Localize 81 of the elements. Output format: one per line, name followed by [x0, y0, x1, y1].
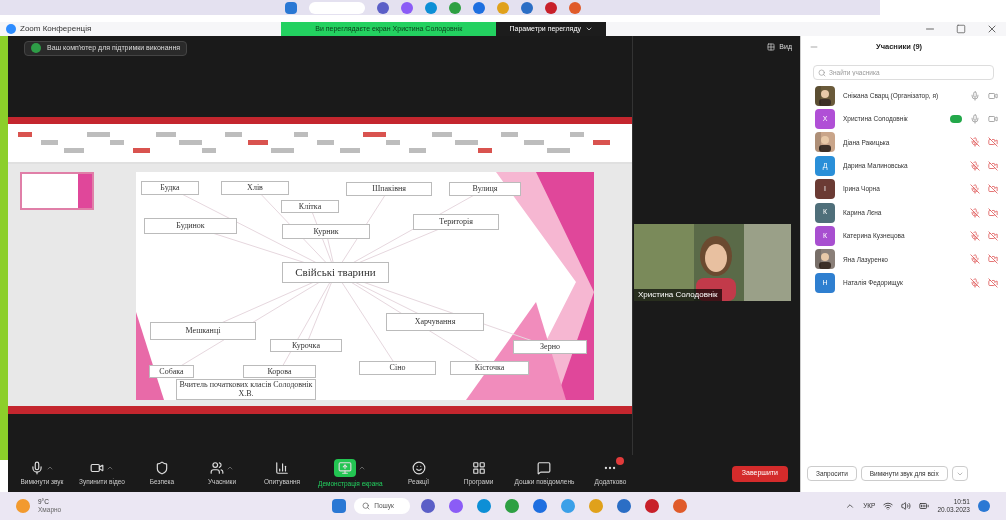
muted-microphone-icon[interactable] [970, 277, 980, 288]
smiley-icon [411, 460, 426, 475]
window-title: Zoom Конференція [20, 23, 92, 35]
participant-name: Христина Солодовнік [634, 289, 722, 301]
diagram-node: Кісточка [450, 361, 529, 375]
diagram-node: Сіно [359, 361, 436, 375]
microphone-icon [30, 460, 44, 475]
search-icon [818, 69, 826, 77]
battery-icon[interactable] [919, 501, 930, 511]
diagram-node: Шпаківня [346, 182, 432, 196]
diagram-node: Вулиця [449, 182, 521, 196]
camera-icon[interactable] [988, 114, 998, 125]
diagram-node: Курник [282, 224, 370, 239]
app-icon[interactable] [673, 499, 688, 513]
diagram-node: Хлів [221, 181, 289, 195]
diagram-node: Собака [149, 365, 194, 378]
app-icon[interactable] [505, 499, 520, 513]
diagram-node: Харчування [386, 313, 484, 331]
grid-icon [767, 43, 776, 51]
diagram-node: Будинок [144, 218, 237, 234]
caret-icon [585, 25, 593, 33]
weather-icon[interactable] [16, 499, 30, 513]
windows-start-icon[interactable] [332, 499, 347, 513]
diagram-node: Зерно [513, 340, 587, 354]
camera-off-icon[interactable] [988, 137, 998, 148]
camera-off-icon[interactable] [988, 277, 998, 288]
app-icon[interactable] [545, 1, 557, 14]
app-icon[interactable] [421, 499, 436, 513]
muted-microphone-icon[interactable] [970, 160, 980, 171]
camera-off-icon[interactable] [988, 160, 998, 171]
app-icon[interactable] [401, 1, 413, 14]
chat-icon [537, 460, 552, 475]
search-icon [362, 502, 371, 510]
microphone-icon[interactable] [970, 114, 980, 125]
app-icon[interactable] [449, 1, 461, 14]
muted-microphone-icon[interactable] [970, 231, 980, 242]
notification-icon[interactable] [978, 500, 990, 512]
slide-thumbnail[interactable] [20, 172, 94, 210]
diagram-node: Курочка [270, 339, 342, 352]
bar-chart-icon [275, 460, 289, 475]
app-icon[interactable] [449, 499, 464, 513]
diagram-node: Корова [243, 365, 316, 378]
camera-off-icon[interactable] [988, 184, 998, 195]
muted-microphone-icon[interactable] [970, 207, 980, 218]
zoom-logo-icon [6, 24, 16, 34]
microphone-icon[interactable] [970, 90, 980, 101]
more-button[interactable] [951, 466, 968, 481]
diagram-node: Клітка [281, 200, 339, 213]
caret-icon[interactable] [845, 501, 856, 511]
people-icon [210, 460, 224, 475]
wifi-icon[interactable] [883, 501, 894, 511]
app-icon[interactable] [569, 1, 581, 14]
grid-icon [471, 460, 486, 475]
diagram-node: Територія [413, 214, 499, 230]
shield-icon [155, 460, 169, 475]
close-icon[interactable] [986, 23, 998, 35]
diagram-node: Свійські тварини [282, 262, 389, 283]
app-icon[interactable] [533, 499, 548, 513]
camera-icon[interactable] [988, 90, 998, 101]
camera-off-icon[interactable] [988, 207, 998, 218]
windows-start-icon[interactable] [285, 1, 297, 14]
app-icon[interactable] [477, 499, 492, 513]
diagram-node: Будка [141, 181, 199, 195]
muted-microphone-icon[interactable] [970, 137, 980, 148]
app-icon[interactable] [377, 1, 389, 14]
speaker-icon[interactable] [901, 501, 912, 511]
screen-share-icon [338, 460, 353, 475]
maximize-icon[interactable] [956, 24, 966, 34]
diagram-node: Мешканці [150, 322, 256, 340]
camera-off-icon[interactable] [988, 231, 998, 242]
slide-caption: Вчитель початкових класів Солодовнік Х.В. [176, 379, 316, 400]
app-icon[interactable] [561, 499, 576, 513]
shield-check-icon [31, 43, 41, 53]
app-icon[interactable] [521, 1, 533, 14]
app-icon[interactable] [645, 499, 660, 513]
app-icon[interactable] [425, 1, 437, 14]
camera-off-icon[interactable] [988, 254, 998, 265]
muted-microphone-icon[interactable] [970, 184, 980, 195]
muted-microphone-icon[interactable] [970, 254, 980, 265]
app-icon[interactable] [473, 1, 485, 14]
app-icon[interactable] [617, 499, 632, 513]
